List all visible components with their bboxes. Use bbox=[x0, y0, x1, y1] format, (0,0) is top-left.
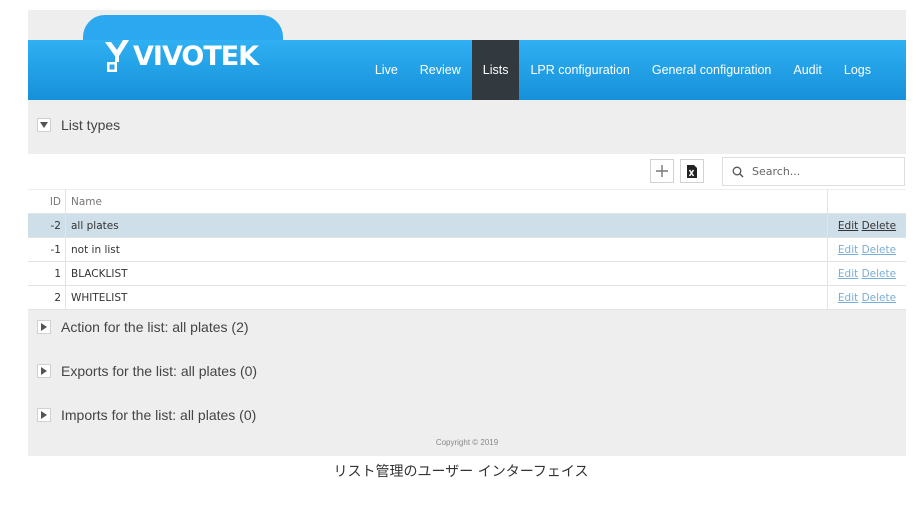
figure-caption: リスト管理のユーザー インターフェイス bbox=[333, 464, 589, 480]
nav-logs[interactable]: Logs bbox=[833, 40, 882, 100]
nav-review[interactable]: Review bbox=[409, 40, 472, 100]
section-action[interactable]: Action for the list: all plates (2) bbox=[28, 314, 906, 340]
nav-lists[interactable]: Lists bbox=[471, 40, 520, 100]
edit-link[interactable]: Edit bbox=[838, 244, 858, 256]
add-list-button[interactable] bbox=[650, 159, 674, 183]
triangle-right-icon bbox=[41, 367, 47, 375]
delete-link[interactable]: Delete bbox=[862, 292, 897, 304]
collapse-toggle[interactable] bbox=[37, 118, 51, 132]
edit-link[interactable]: Edit bbox=[838, 268, 858, 280]
list-types-table: ID Name -2 all plates Edit Delete -1 not… bbox=[28, 190, 906, 310]
vivotek-logo[interactable]: VIVOTEK bbox=[103, 34, 259, 78]
excel-file-icon bbox=[687, 164, 697, 178]
row-name: BLACKLIST bbox=[66, 262, 828, 286]
list-toolbar bbox=[28, 154, 906, 189]
row-id: 1 bbox=[28, 262, 66, 286]
row-name: all plates bbox=[66, 214, 828, 238]
column-header-name[interactable]: Name bbox=[66, 190, 828, 214]
section-imports[interactable]: Imports for the list: all plates (0) bbox=[28, 402, 906, 428]
section-title: Action for the list: all plates (2) bbox=[61, 319, 249, 335]
copyright-text: Copyright © 2019 bbox=[435, 438, 499, 447]
row-name: not in list bbox=[66, 238, 828, 262]
search-input[interactable] bbox=[750, 164, 894, 179]
row-id: 2 bbox=[28, 286, 66, 310]
delete-link[interactable]: Delete bbox=[862, 220, 897, 232]
row-id: -2 bbox=[28, 214, 66, 238]
expand-toggle[interactable] bbox=[37, 364, 51, 378]
row-name: WHITELIST bbox=[66, 286, 828, 310]
table-row[interactable]: -1 not in list Edit Delete bbox=[28, 238, 906, 262]
table-row[interactable]: 1 BLACKLIST Edit Delete bbox=[28, 262, 906, 286]
main-nav: Live Review Lists LPR configuration Gene… bbox=[364, 40, 882, 100]
row-actions: Edit Delete bbox=[828, 262, 906, 286]
row-actions: Edit Delete bbox=[828, 238, 906, 262]
triangle-down-icon bbox=[40, 122, 48, 128]
table-header-row: ID Name bbox=[28, 190, 906, 214]
plus-icon bbox=[656, 165, 668, 177]
nav-general-configuration[interactable]: General configuration bbox=[641, 40, 783, 100]
logo-mark-icon bbox=[103, 38, 131, 74]
table-row[interactable]: 2 WHITELIST Edit Delete bbox=[28, 286, 906, 310]
column-header-actions bbox=[828, 190, 906, 214]
triangle-right-icon bbox=[41, 411, 47, 419]
import-excel-button[interactable] bbox=[680, 159, 704, 183]
app-window: Live Review Lists LPR configuration Gene… bbox=[28, 10, 906, 456]
expand-toggle[interactable] bbox=[37, 320, 51, 334]
section-exports[interactable]: Exports for the list: all plates (0) bbox=[28, 358, 906, 384]
triangle-right-icon bbox=[41, 323, 47, 331]
row-actions: Edit Delete bbox=[828, 286, 906, 310]
logo-text: VIVOTEK bbox=[133, 40, 259, 72]
row-actions: Edit Delete bbox=[828, 214, 906, 238]
row-id: -1 bbox=[28, 238, 66, 262]
section-list-types[interactable]: List types bbox=[28, 112, 906, 138]
expand-toggle[interactable] bbox=[37, 408, 51, 422]
nav-live[interactable]: Live bbox=[364, 40, 409, 100]
nav-audit[interactable]: Audit bbox=[782, 40, 833, 100]
table-row[interactable]: -2 all plates Edit Delete bbox=[28, 214, 906, 238]
section-title: Exports for the list: all plates (0) bbox=[61, 363, 258, 379]
section-title: List types bbox=[61, 117, 121, 133]
section-title: Imports for the list: all plates (0) bbox=[61, 407, 257, 423]
delete-link[interactable]: Delete bbox=[862, 244, 897, 256]
edit-link[interactable]: Edit bbox=[838, 292, 858, 304]
edit-link[interactable]: Edit bbox=[838, 220, 858, 232]
delete-link[interactable]: Delete bbox=[862, 268, 897, 280]
search-icon bbox=[732, 166, 744, 178]
column-header-id[interactable]: ID bbox=[28, 190, 66, 214]
nav-lpr-configuration[interactable]: LPR configuration bbox=[519, 40, 640, 100]
search-box bbox=[722, 157, 905, 186]
